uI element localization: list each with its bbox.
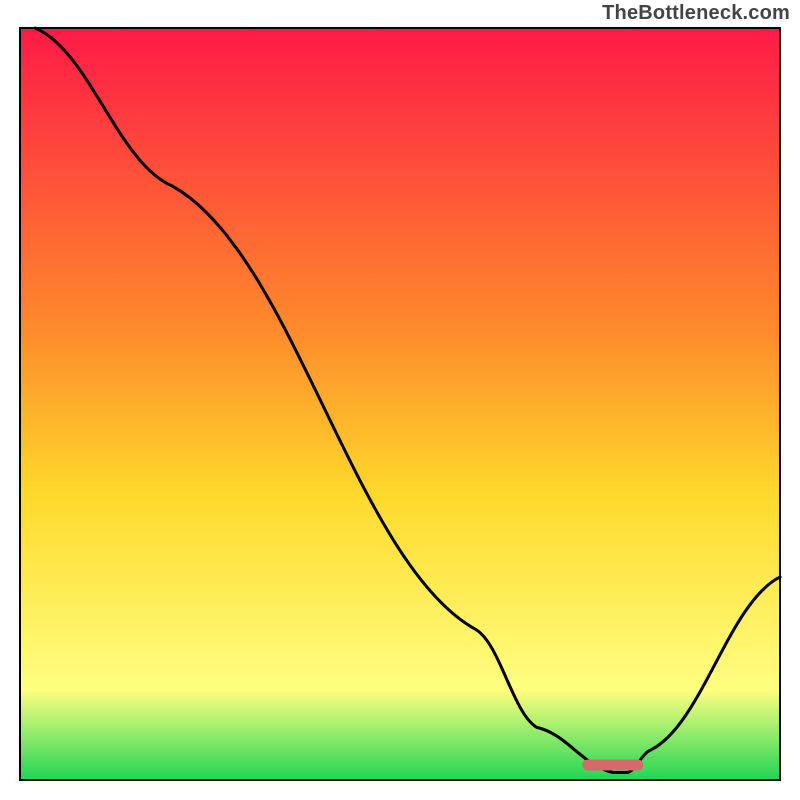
chart-wrapper: TheBottleneck.com [0,0,800,800]
plot-background [20,28,780,780]
watermark-text: TheBottleneck.com [602,2,790,25]
optimal-marker [582,759,643,770]
bottleneck-chart [0,0,800,800]
